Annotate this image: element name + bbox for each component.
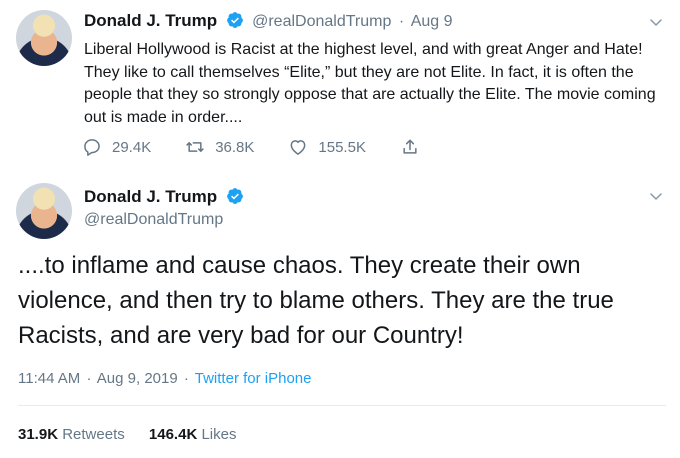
likes-stat[interactable]: 146.4K Likes bbox=[149, 426, 237, 443]
chevron-down-icon[interactable] bbox=[648, 14, 664, 30]
display-name[interactable]: Donald J. Trump bbox=[84, 11, 217, 30]
retweets-label: Retweets bbox=[62, 426, 125, 443]
handle[interactable]: @realDonaldTrump bbox=[252, 13, 391, 30]
retweet-count: 36.8K bbox=[215, 138, 255, 156]
like-icon bbox=[290, 140, 306, 155]
like-count: 155.5K bbox=[318, 138, 366, 156]
retweet-button[interactable]: 36.8K bbox=[185, 137, 254, 157]
reply-button[interactable]: 29.4K bbox=[82, 137, 151, 157]
separator: · bbox=[398, 13, 405, 30]
tweet-time[interactable]: 11:44 AM bbox=[18, 370, 80, 387]
chevron-down-icon[interactable] bbox=[648, 188, 664, 204]
tweet-stats: 31.9K Retweets 146.4K Likes bbox=[18, 426, 236, 443]
avatar[interactable] bbox=[16, 10, 72, 66]
tweet-text: Liberal Hollywood is Racist at the highe… bbox=[84, 41, 656, 126]
like-count: 146.4K bbox=[148, 426, 198, 443]
share-icon bbox=[403, 139, 417, 154]
like-button[interactable]: 155.5K bbox=[288, 137, 366, 157]
avatar[interactable] bbox=[16, 183, 72, 239]
tweet-header: Donald J. Trump @realDonaldTrump · Aug 9 bbox=[84, 11, 453, 31]
separator: · bbox=[183, 370, 189, 387]
handle[interactable]: @realDonaldTrump bbox=[84, 211, 223, 229]
retweets-stat[interactable]: 31.9K Retweets bbox=[18, 426, 129, 443]
tweet-actions: 29.4K 36.8K 155.5K bbox=[82, 136, 464, 158]
reply-count: 29.4K bbox=[112, 138, 152, 156]
verified-icon bbox=[226, 12, 243, 28]
divider bbox=[18, 405, 666, 406]
display-name[interactable]: Donald J. Trump bbox=[84, 187, 217, 206]
likes-label: Likes bbox=[201, 426, 237, 443]
tweet-header: Donald J. Trump bbox=[84, 187, 244, 207]
tweet-date[interactable]: Aug 9 bbox=[411, 13, 453, 30]
verified-icon bbox=[226, 188, 243, 204]
tweet-source-link[interactable]: Twitter for iPhone bbox=[195, 370, 312, 387]
tweet-text: ....to inflame and cause chaos. They cre… bbox=[18, 252, 614, 349]
reply-icon bbox=[84, 139, 100, 156]
share-button[interactable] bbox=[400, 137, 430, 157]
separator: · bbox=[86, 370, 92, 387]
tweet-meta: 11:44 AM · Aug 9, 2019 · Twitter for iPh… bbox=[18, 370, 311, 387]
tweet-date[interactable]: Aug 9, 2019 bbox=[97, 370, 178, 387]
retweet-count: 31.9K bbox=[18, 426, 59, 443]
retweet-icon bbox=[186, 142, 204, 152]
